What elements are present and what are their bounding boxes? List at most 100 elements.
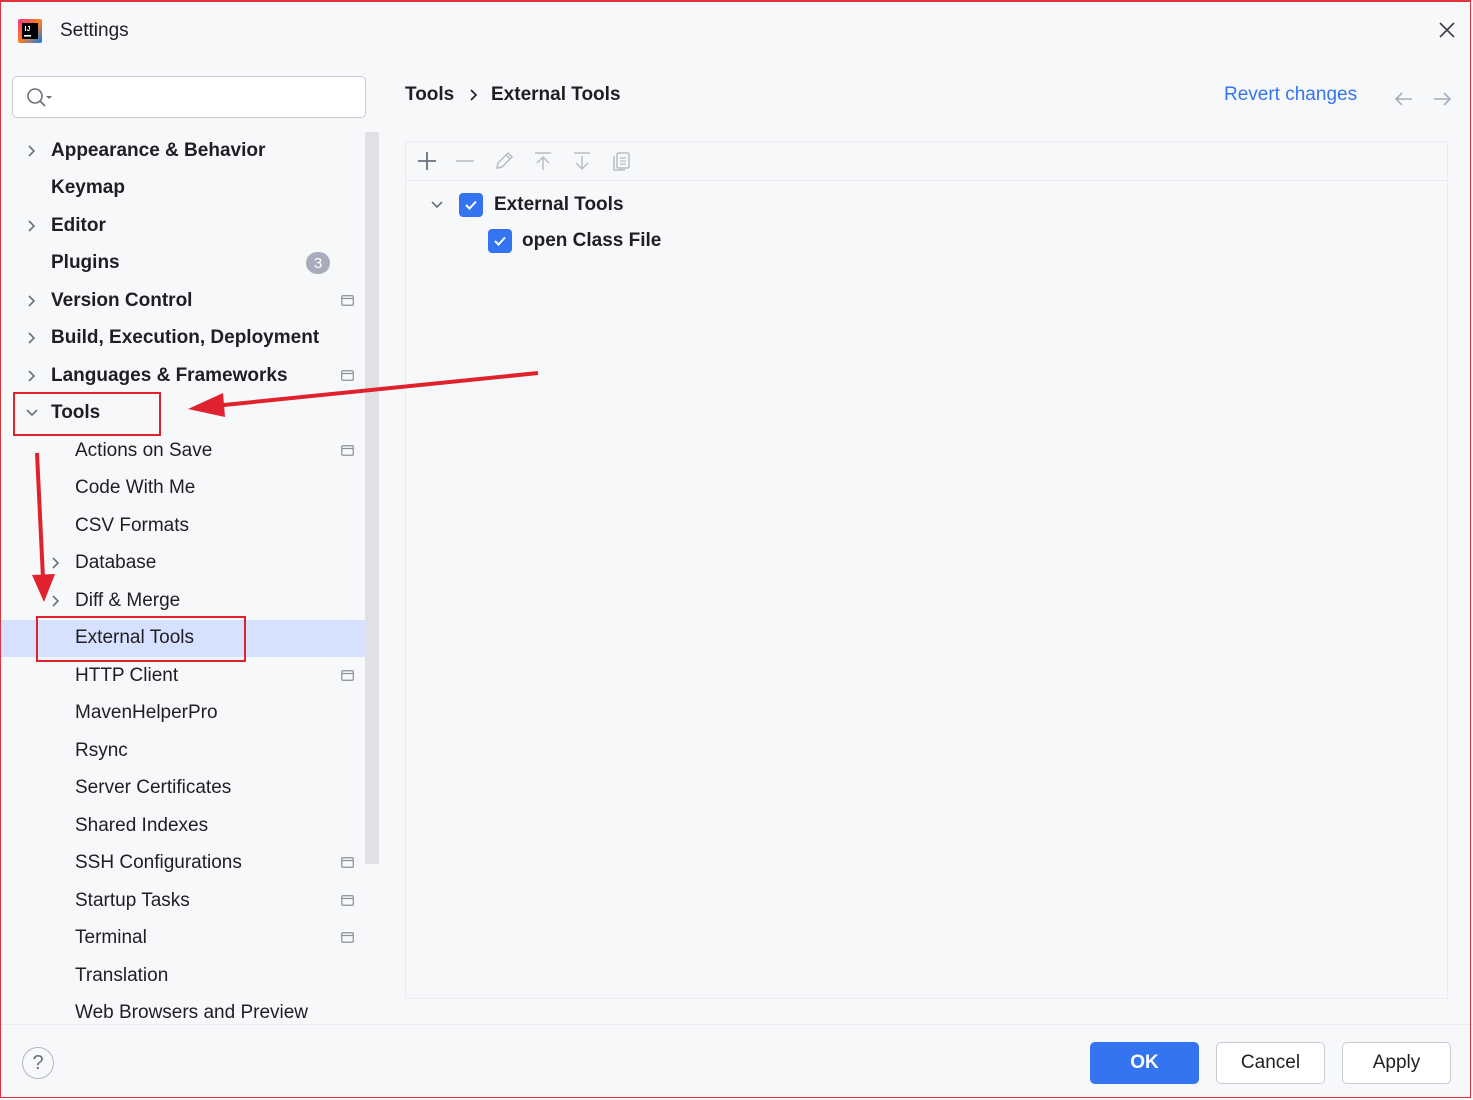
sidebar-item-http-client[interactable]: HTTP Client [0,657,366,695]
checkmark-icon [494,236,506,246]
project-level-icon [341,444,354,456]
title-bar: IJ Settings [0,0,1473,62]
sidebar-item-label: CSV Formats [75,514,190,536]
project-level-icon [341,894,354,906]
sidebar-item-startup-tasks[interactable]: Startup Tasks [0,882,366,920]
sidebar-item-label: Keymap [51,177,125,199]
sidebar-item-csv-formats[interactable]: CSV Formats [0,507,366,545]
sidebar-item-external-tools[interactable]: External Tools [0,619,366,657]
sidebar-item-label: Tools [51,402,101,424]
project-level-icon [341,932,354,944]
sidebar-item-mavenhelperpro[interactable]: MavenHelperPro [0,695,366,733]
external-tools-panel: External Tools open Class File [405,141,1448,999]
chevron-down-icon[interactable] [24,405,40,421]
sidebar-item-database[interactable]: Database [0,545,366,583]
sidebar-item-languages-frameworks[interactable]: Languages & Frameworks [0,357,366,395]
sidebar-item-label: Terminal [75,927,147,949]
sidebar-item-tools[interactable]: Tools [0,395,366,433]
move-down-icon[interactable] [571,150,593,172]
tool-group-checkbox[interactable] [459,193,483,217]
help-button[interactable]: ? [22,1047,54,1079]
apply-button[interactable]: Apply [1342,1042,1451,1084]
sidebar-item-web-browsers-and-preview[interactable]: Web Browsers and Preview [0,995,366,1026]
chevron-right-icon[interactable] [24,368,40,384]
sidebar-item-appearance-behavior[interactable]: Appearance & Behavior [0,132,366,170]
sidebar-item-actions-on-save[interactable]: Actions on Save [0,432,366,470]
revert-changes-link[interactable]: Revert changes [1224,84,1357,106]
tool-item-label: open Class File [522,230,662,251]
sidebar-item-plugins[interactable]: Plugins 3 [0,245,366,283]
sidebar-item-shared-indexes[interactable]: Shared Indexes [0,807,366,845]
sidebar-item-server-certificates[interactable]: Server Certificates [0,770,366,808]
tool-group-row[interactable]: External Tools [459,193,624,217]
intellij-logo-icon: IJ [18,19,42,43]
chevron-right-icon[interactable] [48,555,64,571]
sidebar-item-label: Startup Tasks [75,889,190,911]
ok-button[interactable]: OK [1090,1042,1199,1084]
edit-icon[interactable] [493,150,515,172]
tool-item-row[interactable]: open Class File [488,229,661,253]
chevron-right-icon[interactable] [24,330,40,346]
sidebar-item-label: Server Certificates [75,777,232,799]
sidebar-item-build-execution-deployment[interactable]: Build, Execution, Deployment [0,320,366,358]
tool-group-label: External Tools [494,194,624,215]
sidebar-item-label: Code With Me [75,477,196,499]
footer-divider [0,1024,1473,1025]
sidebar-item-ssh-configurations[interactable]: SSH Configurations [0,845,366,883]
sidebar-item-label: Diff & Merge [75,589,181,611]
sidebar-item-label: Translation [75,964,169,986]
sidebar-item-label: Appearance & Behavior [51,139,266,161]
chevron-down-icon[interactable] [429,197,445,213]
breadcrumb-separator-icon [470,89,478,101]
copy-icon[interactable] [610,150,632,172]
sidebar-item-label: SSH Configurations [75,852,242,874]
sidebar-item-label: Rsync [75,739,128,761]
sidebar-item-label: Plugins [51,252,120,274]
sidebar-item-diff-merge[interactable]: Diff & Merge [0,582,366,620]
search-input[interactable] [65,83,359,113]
project-level-icon [341,294,354,306]
sidebar-item-editor[interactable]: Editor [0,207,366,245]
svg-text:IJ: IJ [25,26,31,33]
project-level-icon [341,369,354,381]
sidebar-scrollbar[interactable] [365,132,379,864]
tool-item-checkbox[interactable] [488,229,512,253]
sidebar-item-label: Version Control [51,289,193,311]
sidebar-item-translation[interactable]: Translation [0,957,366,995]
close-icon [1439,22,1455,38]
forward-arrow-icon[interactable] [1431,88,1453,110]
sidebar-item-terminal[interactable]: Terminal [0,920,366,958]
settings-tree: Appearance & Behavior Keymap Editor Plugins… [0,130,366,1025]
sidebar-item-version-control[interactable]: Version Control [0,282,366,320]
settings-search[interactable] [12,76,366,118]
chevron-right-icon[interactable] [24,143,40,159]
plugins-update-badge: 3 [306,252,330,275]
breadcrumb-parent[interactable]: Tools [405,84,454,106]
sidebar-item-label: MavenHelperPro [75,702,218,724]
sidebar-item-keymap[interactable]: Keymap [0,170,366,208]
sidebar-item-label: Web Browsers and Preview [75,1002,309,1024]
breadcrumb-current: External Tools [491,84,621,105]
sidebar-item-rsync[interactable]: Rsync [0,732,366,770]
close-button[interactable] [1433,16,1461,44]
sidebar-item-label: Shared Indexes [75,814,209,836]
sidebar-item-label: HTTP Client [75,664,179,686]
move-up-icon[interactable] [532,150,554,172]
chevron-right-icon[interactable] [48,593,64,609]
sidebar-item-label: Build, Execution, Deployment [51,327,320,349]
sidebar-item-code-with-me[interactable]: Code With Me [0,470,366,508]
tools-toolbar [406,142,1447,181]
sidebar-item-label: Actions on Save [75,439,213,461]
sidebar-item-label: Editor [51,214,106,236]
cancel-button[interactable]: Cancel [1216,1042,1325,1084]
chevron-right-icon[interactable] [24,218,40,234]
checkmark-icon [465,200,477,210]
remove-icon[interactable] [454,150,476,172]
back-arrow-icon[interactable] [1393,88,1415,110]
project-level-icon [341,857,354,869]
chevron-right-icon[interactable] [24,293,40,309]
add-icon[interactable] [416,150,438,172]
window-title: Settings [60,20,129,41]
search-icon [27,88,52,107]
sidebar-item-label: Languages & Frameworks [51,364,288,386]
